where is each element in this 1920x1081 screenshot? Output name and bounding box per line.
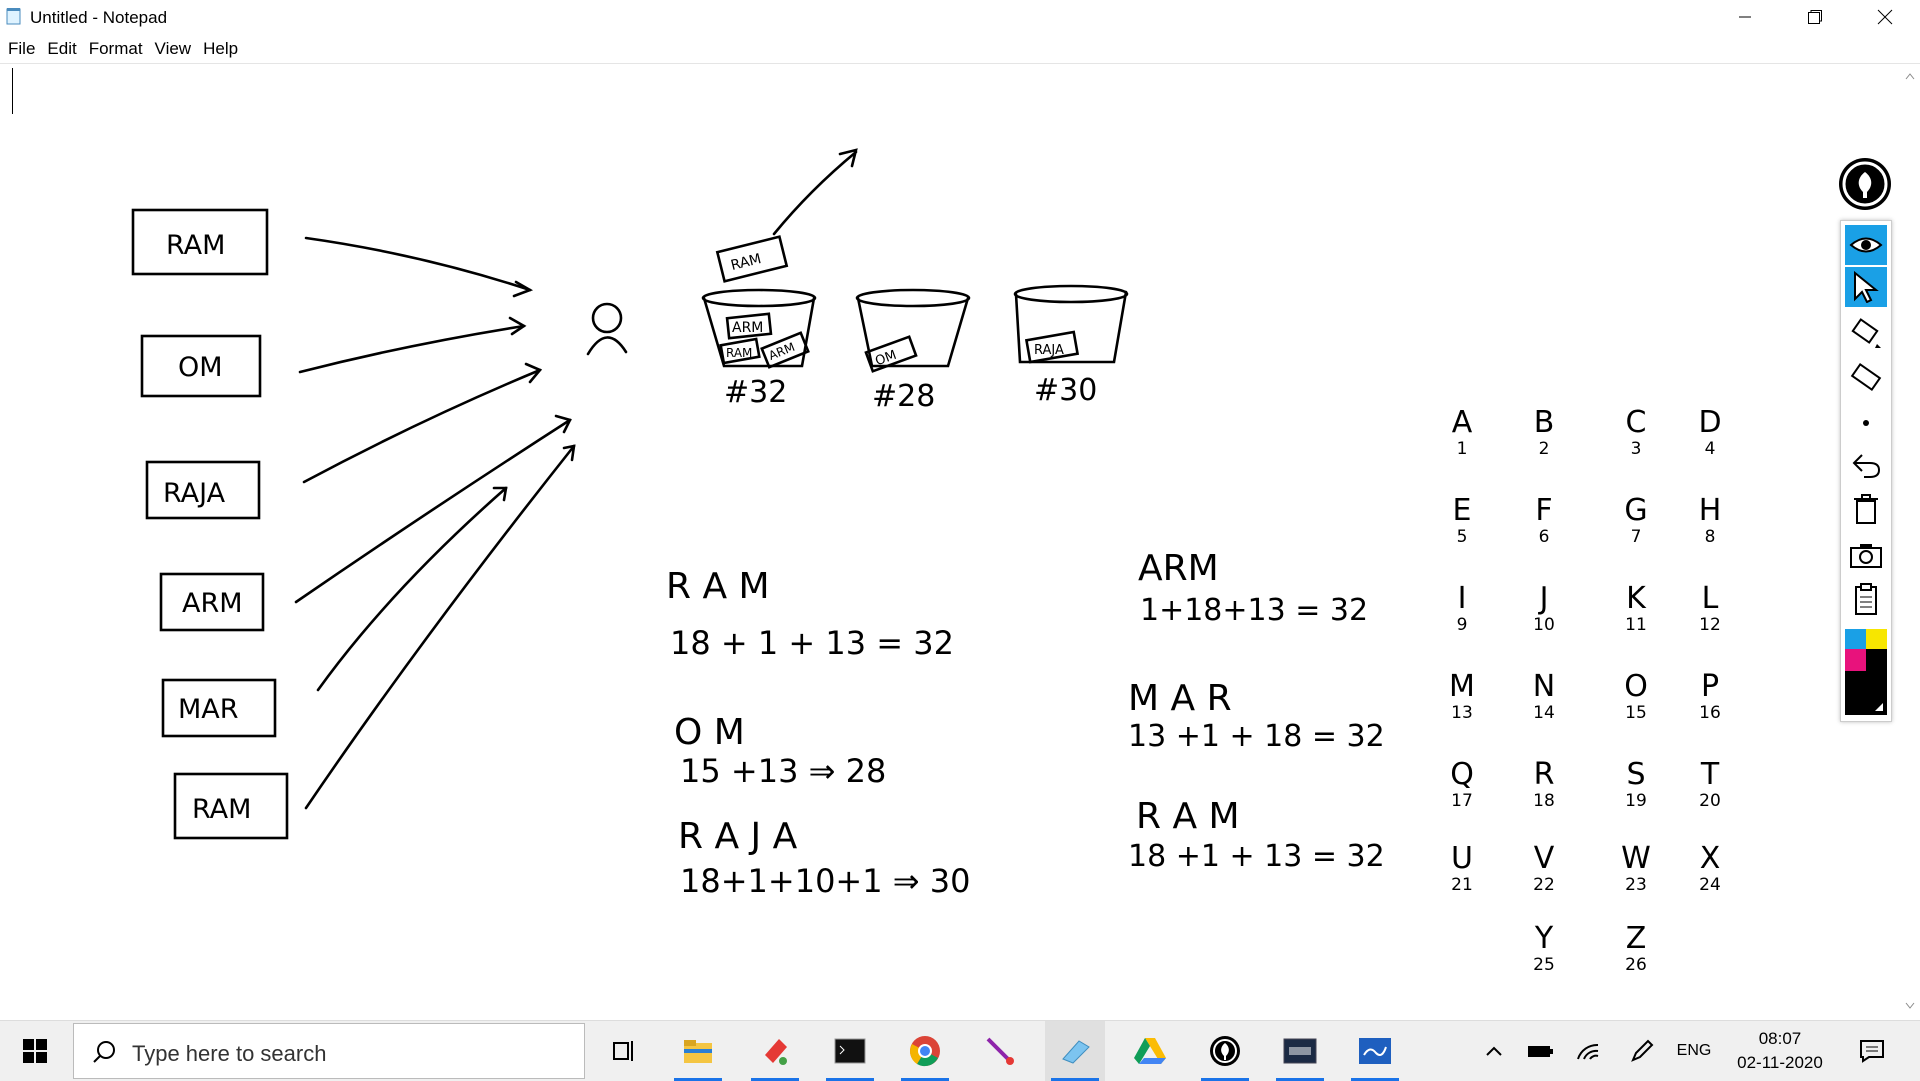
search-icon (93, 1041, 115, 1063)
notepad-icon (6, 7, 22, 25)
epic-pen-logo-icon[interactable] (1839, 158, 1891, 210)
taskbar-sniping-tool[interactable] (970, 1021, 1030, 1081)
clear-tool[interactable] (1845, 489, 1887, 529)
google-drive-icon (1134, 1038, 1166, 1064)
taskbar-epic-pen[interactable] (1195, 1021, 1255, 1081)
screenshot-tool[interactable] (1845, 535, 1887, 575)
menu-bar: File Edit Format View Help (0, 36, 244, 62)
taskbar-whiteboard[interactable] (1345, 1021, 1405, 1081)
eye-tool[interactable] (1845, 225, 1887, 265)
color-palette[interactable] (1845, 629, 1887, 715)
sniping-tool-icon (986, 1037, 1014, 1065)
pen-icon (1631, 1039, 1654, 1062)
minimize-button[interactable] (1710, 0, 1780, 34)
eye-icon (1849, 237, 1883, 253)
taskbar-paint[interactable] (745, 1021, 805, 1081)
pen-workspace-button[interactable] (1622, 1021, 1662, 1081)
pen-toolbar (1840, 220, 1892, 722)
whiteboard-icon (1359, 1038, 1391, 1064)
maximize-icon (1808, 10, 1822, 24)
network-button[interactable] (1568, 1021, 1608, 1081)
start-button[interactable] (0, 1021, 70, 1081)
dot-icon (1863, 420, 1869, 426)
battery-button[interactable] (1520, 1021, 1560, 1081)
taskbar-google-drive[interactable] (1120, 1021, 1180, 1081)
clipboard-tool[interactable] (1845, 579, 1887, 619)
highlighter-tool[interactable] (1845, 313, 1887, 353)
clock[interactable]: 08:07 02-11-2020 (1722, 1027, 1838, 1075)
maximize-button[interactable] (1780, 0, 1850, 34)
menu-view[interactable]: View (149, 36, 198, 62)
scrollbar-arrows-icon (1905, 73, 1915, 1009)
vertical-scrollbar[interactable] (1900, 63, 1920, 1018)
wifi-icon (1577, 1043, 1599, 1060)
window-title: Untitled - Notepad (30, 8, 168, 27)
taskbar-chrome[interactable] (895, 1021, 955, 1081)
task-view-button[interactable] (593, 1021, 653, 1081)
battery-icon (1528, 1046, 1553, 1057)
notifications-icon (1860, 1040, 1884, 1063)
epic-pen-icon (1210, 1036, 1240, 1066)
clock-date: 02-11-2020 (1737, 1053, 1823, 1072)
taskbar-notepad[interactable] (1045, 1021, 1105, 1081)
trash-icon (1854, 494, 1878, 524)
clipboard-icon (1855, 583, 1877, 615)
mysql-icon (1283, 1038, 1317, 1064)
undo-tool[interactable] (1845, 445, 1887, 485)
file-explorer-icon (684, 1040, 712, 1063)
windows-icon (23, 1039, 47, 1063)
text-editor[interactable] (0, 63, 1920, 1019)
menu-help[interactable]: Help (197, 36, 244, 62)
title-bar: Untitled - Notepad (0, 0, 1920, 34)
clock-time: 08:07 (1758, 1029, 1802, 1048)
task-view-icon (613, 1041, 633, 1061)
terminal-icon (834, 1038, 866, 1064)
highlighter-icon (1851, 318, 1881, 348)
eraser-tool[interactable] (1845, 357, 1887, 397)
minimize-icon (1739, 16, 1751, 18)
taskbar: Type here to search ENG 08:07 02-11-2020 (0, 1020, 1920, 1081)
search-box[interactable]: Type here to search (73, 1023, 585, 1079)
menu-edit[interactable]: Edit (41, 36, 82, 62)
menu-format[interactable]: Format (83, 36, 149, 62)
text-caret (12, 68, 13, 114)
menu-file[interactable]: File (2, 36, 41, 62)
close-icon (1877, 9, 1893, 25)
chevron-up-icon (1486, 1046, 1502, 1056)
action-center-button[interactable] (1852, 1021, 1892, 1081)
close-button[interactable] (1850, 0, 1920, 34)
cursor-icon (1854, 271, 1879, 303)
camera-icon (1850, 544, 1882, 568)
show-hidden-icons-button[interactable] (1476, 1021, 1512, 1081)
undo-icon (1852, 454, 1881, 478)
cursor-tool[interactable] (1845, 267, 1887, 307)
language-indicator[interactable]: ENG (1672, 1021, 1716, 1081)
chrome-icon (910, 1036, 940, 1067)
paint-icon (765, 1039, 787, 1065)
taskbar-mysql[interactable] (1270, 1021, 1330, 1081)
color-palette-icon (1845, 629, 1887, 715)
search-placeholder: Type here to search (132, 1041, 327, 1066)
taskbar-file-explorer[interactable] (668, 1021, 728, 1081)
eraser-icon (1850, 362, 1882, 392)
notepad-icon (1062, 1040, 1090, 1064)
brush-size-tool[interactable] (1845, 403, 1887, 443)
taskbar-terminal[interactable] (820, 1021, 880, 1081)
